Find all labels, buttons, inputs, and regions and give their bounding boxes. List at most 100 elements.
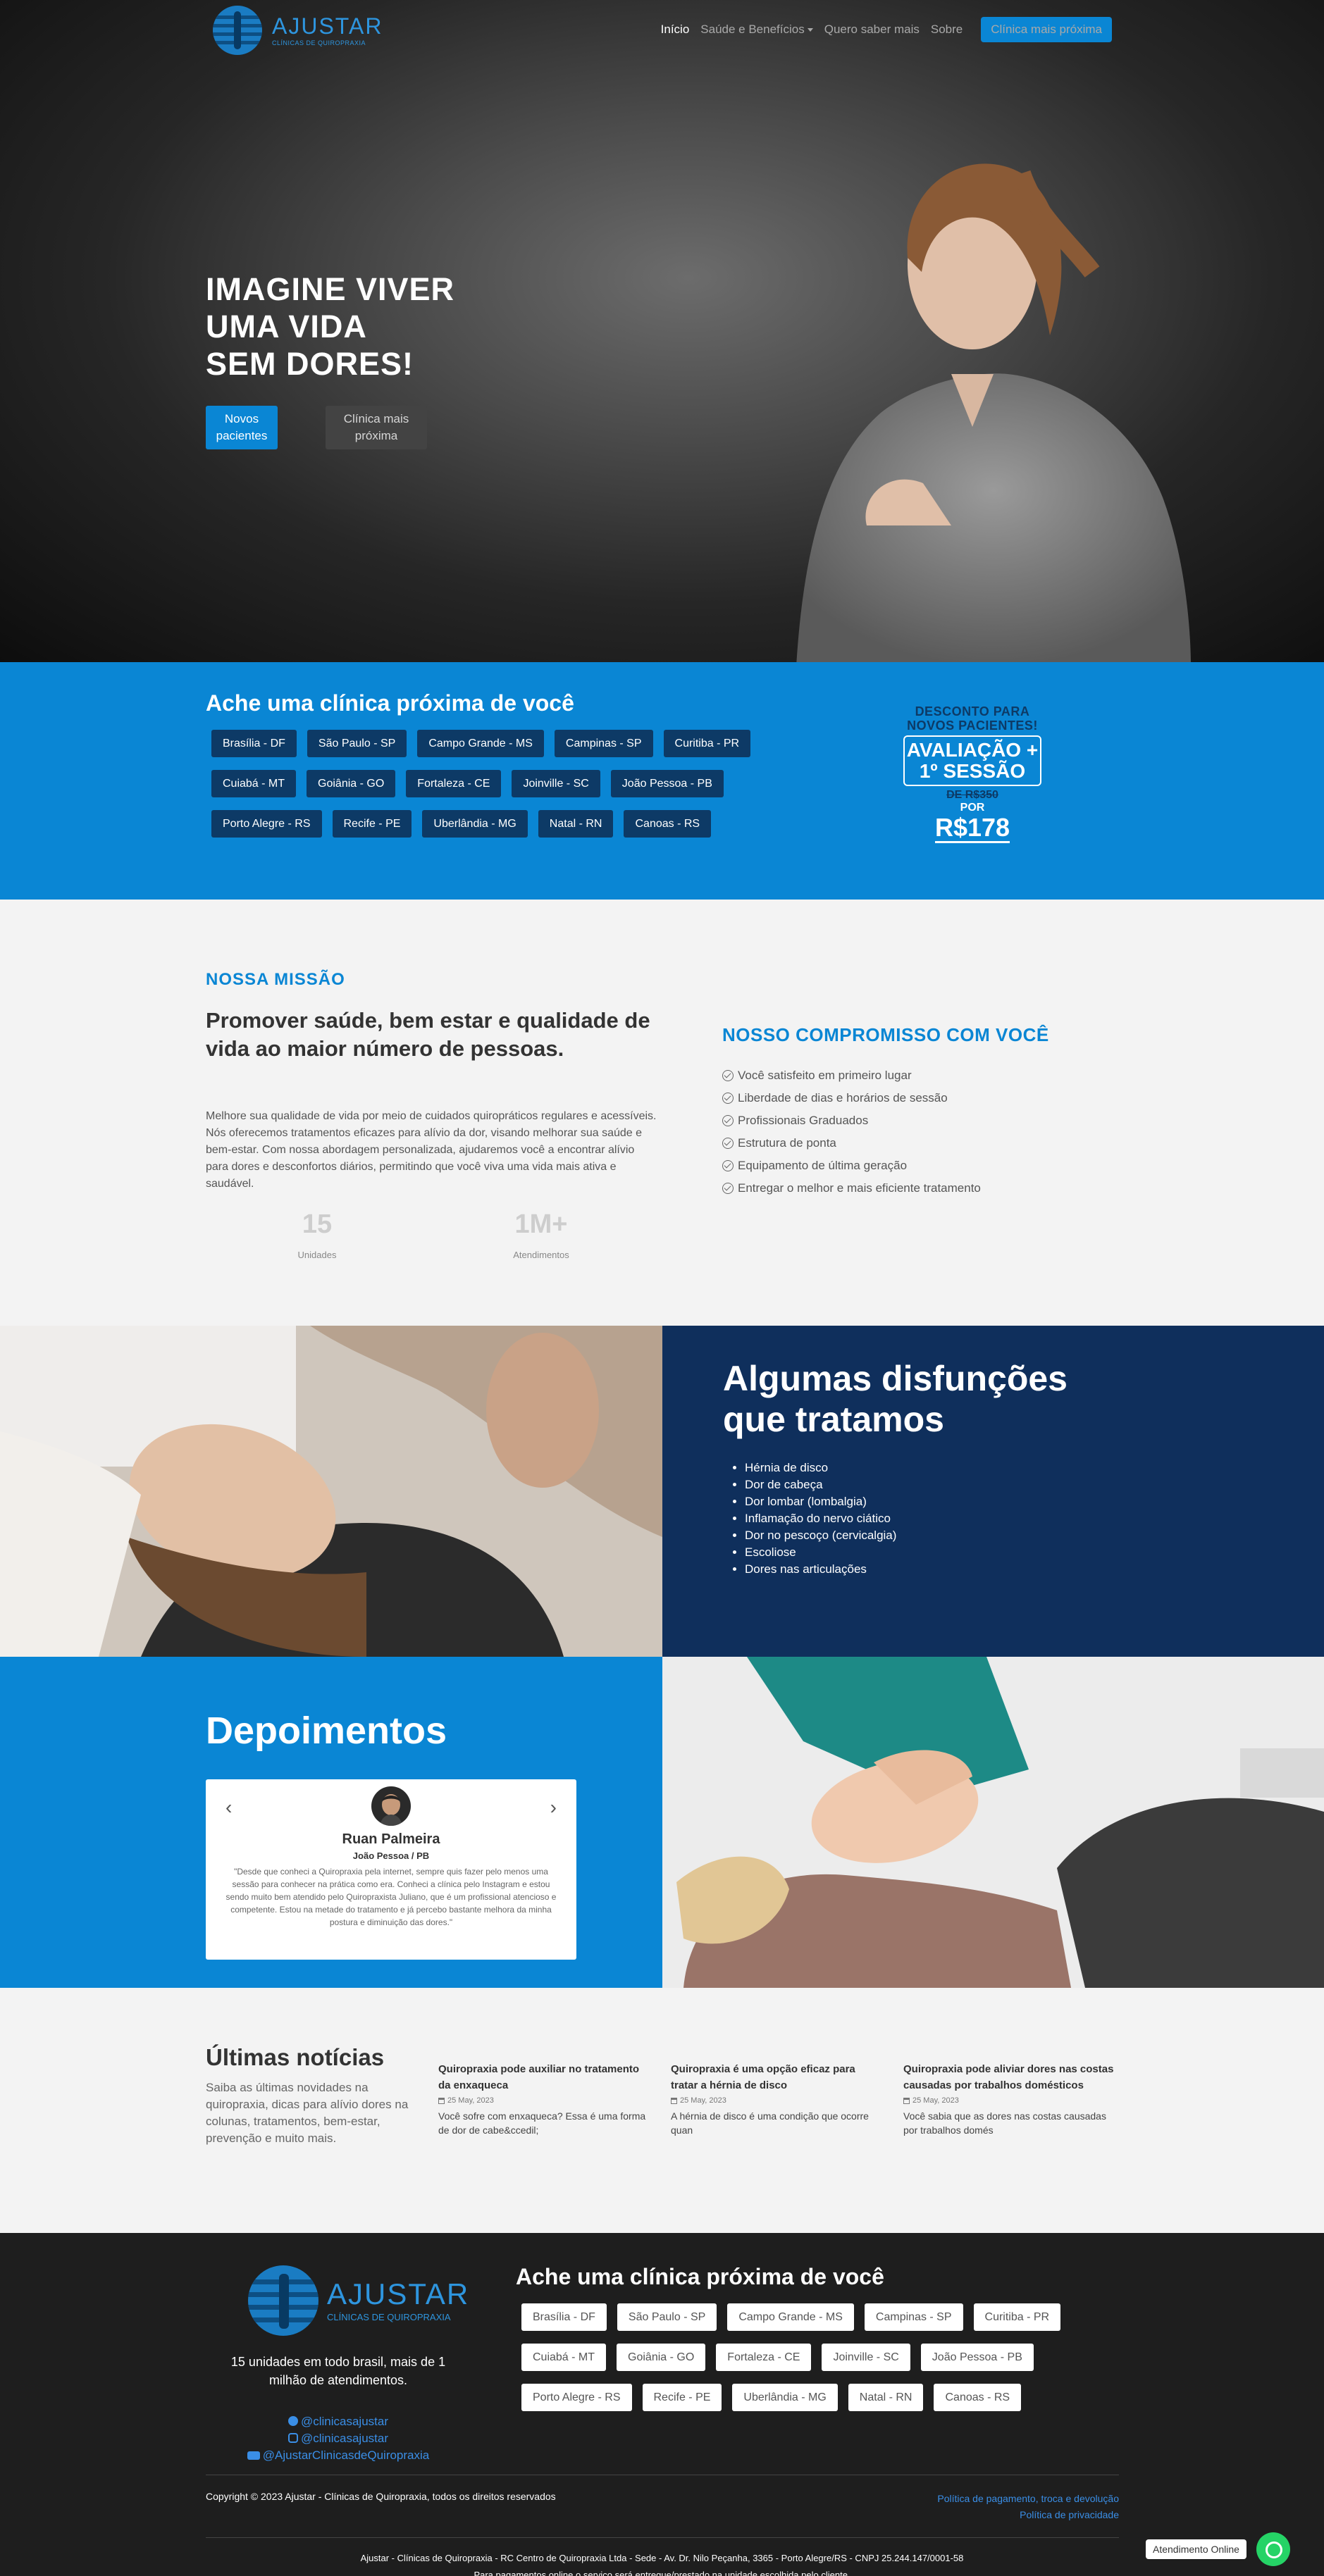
list-item: Profissionais Graduados (722, 1109, 1049, 1132)
testimonial-city: João Pessoa / PB (352, 1850, 430, 1861)
city-button[interactable]: Recife - PE (332, 810, 412, 838)
city-button[interactable]: Natal - RN (848, 2384, 924, 2411)
nav-saude-beneficios[interactable]: Saúde e Benefícios (700, 23, 813, 37)
city-button[interactable]: Uberlândia - MG (422, 810, 528, 838)
commitment-text: Equipamento de última geração (738, 1159, 908, 1172)
city-button[interactable]: Canoas - RS (934, 2384, 1022, 2411)
brand-name: AJUSTAR (272, 13, 383, 39)
news-post[interactable]: Quiropraxia pode aliviar dores nas costa… (903, 2061, 1115, 2137)
nav-saude-label: Saúde e Benefícios (700, 23, 805, 36)
testimonials-section: Depoimentos ‹ › Ruan Palmeira João Pesso… (0, 1657, 1324, 1988)
city-button[interactable]: Curitiba - PR (663, 730, 751, 757)
city-button[interactable]: Brasília - DF (521, 2303, 607, 2331)
news-post-title[interactable]: Quiropraxia é uma opção eficaz para trat… (671, 2061, 882, 2093)
check-circle-icon (722, 1160, 734, 1171)
find-clinic-title: Ache uma clínica próxima de você (206, 690, 574, 716)
city-button[interactable]: São Paulo - SP (307, 730, 407, 757)
footer-brand-subtitle: CLÍNICAS DE QUIROPRAXIA (327, 2311, 451, 2322)
avatar (371, 1786, 411, 1826)
city-button[interactable]: Cuiabá - MT (211, 770, 297, 797)
city-button[interactable]: Porto Alegre - RS (211, 810, 322, 838)
nav-clinica-proxima-button[interactable]: Clínica mais próxima (981, 17, 1112, 42)
city-button[interactable]: Brasília - DF (211, 730, 297, 757)
promo-badge[interactable]: DESCONTO PARA NOVOS PACIENTES! AVALIAÇÃO… (895, 704, 1050, 843)
footer-brand-name: AJUSTAR (327, 2277, 470, 2310)
nav-inicio[interactable]: Início (661, 23, 690, 37)
news-post-excerpt: Você sabia que as dores nas costas causa… (903, 2110, 1106, 2136)
list-item: Dor no pescoço (cervicalgia) (745, 1527, 896, 1544)
novos-pacientes-button[interactable]: Novos pacientes (206, 406, 278, 449)
stat-label: Atendimentos (513, 1250, 569, 1260)
logo-icon (248, 2265, 318, 2336)
whatsapp-icon[interactable] (1256, 2532, 1290, 2566)
testimonial-name: Ruan Palmeira (342, 1831, 440, 1847)
hero-title-line: IMAGINE VIVER (206, 271, 455, 307)
city-button[interactable]: Campinas - SP (864, 2303, 963, 2331)
city-button[interactable]: Porto Alegre - RS (521, 2384, 632, 2411)
mission-section: NOSSA MISSÃO Promover saúde, bem estar e… (0, 900, 1324, 1326)
news-post-title[interactable]: Quiropraxia pode auxiliar no tratamento … (438, 2061, 650, 2093)
news-post-title[interactable]: Quiropraxia pode aliviar dores nas costa… (903, 2061, 1115, 2093)
commitment-list: Você satisfeito em primeiro lugar Liberd… (722, 1064, 1049, 1200)
instagram-link[interactable]: @clinicasajustar (211, 2430, 465, 2447)
list-item: Estrutura de ponta (722, 1132, 1049, 1155)
city-button[interactable]: Recife - PE (642, 2384, 722, 2411)
commitment-block: NOSSO COMPROMISSO COM VOCÊ Você satisfei… (722, 1024, 1049, 1200)
news-title: Últimas notícias (206, 2044, 385, 2070)
chevron-left-icon[interactable]: ‹ (225, 1796, 232, 1819)
legal-info: Ajustar - Clínicas de Quiropraxia - RC C… (0, 2550, 1324, 2576)
facebook-handle: @clinicasajustar (300, 2415, 389, 2428)
chat-widget[interactable]: Atendimento Online (1146, 2532, 1290, 2566)
check-circle-icon (722, 1115, 734, 1126)
brand-logo[interactable]: AJUSTAR CLÍNICAS DE QUIROPRAXIA (213, 6, 383, 55)
city-button[interactable]: Uberlândia - MG (732, 2384, 838, 2411)
nav-sobre[interactable]: Sobre (931, 23, 963, 37)
city-button[interactable]: Joinville - SC (512, 770, 600, 797)
city-button[interactable]: Curitiba - PR (973, 2303, 1061, 2331)
footer-logo[interactable]: AJUSTAR CLÍNICAS DE QUIROPRAXIA (248, 2265, 469, 2336)
city-button[interactable]: Cuiabá - MT (521, 2344, 607, 2371)
news-post[interactable]: Quiropraxia pode auxiliar no tratamento … (438, 2061, 650, 2137)
chat-label[interactable]: Atendimento Online (1146, 2539, 1246, 2559)
disorders-title-line: Algumas disfunções (723, 1359, 1068, 1398)
logo-icon (213, 6, 262, 55)
calendar-icon (438, 2097, 445, 2104)
footer-tagline: 15 unidades em todo brasil, mais de 1 mi… (230, 2355, 446, 2387)
city-button[interactable]: Goiânia - GO (617, 2344, 706, 2371)
stat-number: 1M+ (514, 1209, 568, 1239)
city-button[interactable]: João Pessoa - PB (920, 2344, 1034, 2371)
city-button[interactable]: Campo Grande - MS (727, 2303, 854, 2331)
check-circle-icon (722, 1138, 734, 1149)
testimonial-card: ‹ › Ruan Palmeira João Pessoa / PB "Desd… (206, 1779, 576, 1960)
news-post-excerpt: A hérnia de disco é uma condição que oco… (671, 2110, 869, 2136)
promo-old-price: DE R$350 (946, 789, 998, 801)
check-circle-icon (722, 1093, 734, 1104)
commitment-title: NOSSO COMPROMISSO COM VOCÊ (722, 1024, 1049, 1045)
footer-city-grid: Brasília - DF São Paulo - SP Campo Grand… (521, 2303, 1127, 2424)
city-button[interactable]: Campinas - SP (554, 730, 653, 757)
hero-title: IMAGINE VIVER UMA VIDA SEM DORES! (206, 270, 454, 382)
city-button[interactable]: Goiânia - GO (307, 770, 396, 797)
city-button[interactable]: João Pessoa - PB (610, 770, 724, 797)
news-date-text: 25 May, 2023 (680, 2096, 726, 2105)
city-button[interactable]: Fortaleza - CE (716, 2344, 812, 2371)
city-button[interactable]: São Paulo - SP (617, 2303, 717, 2331)
city-button[interactable]: Joinville - SC (822, 2344, 910, 2371)
city-button[interactable]: Campo Grande - MS (417, 730, 544, 757)
list-item: Liberdade de dias e horários de sessão (722, 1087, 1049, 1109)
payment-policy-link[interactable]: Política de pagamento, troca e devolução (937, 2491, 1119, 2507)
news-post[interactable]: Quiropraxia é uma opção eficaz para trat… (671, 2061, 882, 2137)
city-button[interactable]: Fortaleza - CE (406, 770, 502, 797)
city-button[interactable]: Natal - RN (538, 810, 614, 838)
nav-quero-saber-mais[interactable]: Quero saber mais (824, 23, 920, 37)
stat-appointments: 1M+ Atendimentos (471, 1209, 612, 1260)
facebook-link[interactable]: @clinicasajustar (211, 2413, 465, 2430)
city-button[interactable]: Canoas - RS (624, 810, 712, 838)
commitment-text: Estrutura de ponta (738, 1136, 836, 1150)
list-item: Dor de cabeça (745, 1476, 896, 1493)
youtube-link[interactable]: @AjustarClinicasdeQuiropraxia (211, 2447, 465, 2464)
chevron-right-icon[interactable]: › (550, 1796, 557, 1819)
list-item: Inflamação do nervo ciático (745, 1510, 896, 1527)
privacy-policy-link[interactable]: Política de privacidade (937, 2507, 1119, 2523)
clinica-mais-proxima-button[interactable]: Clínica mais próxima (326, 406, 427, 449)
